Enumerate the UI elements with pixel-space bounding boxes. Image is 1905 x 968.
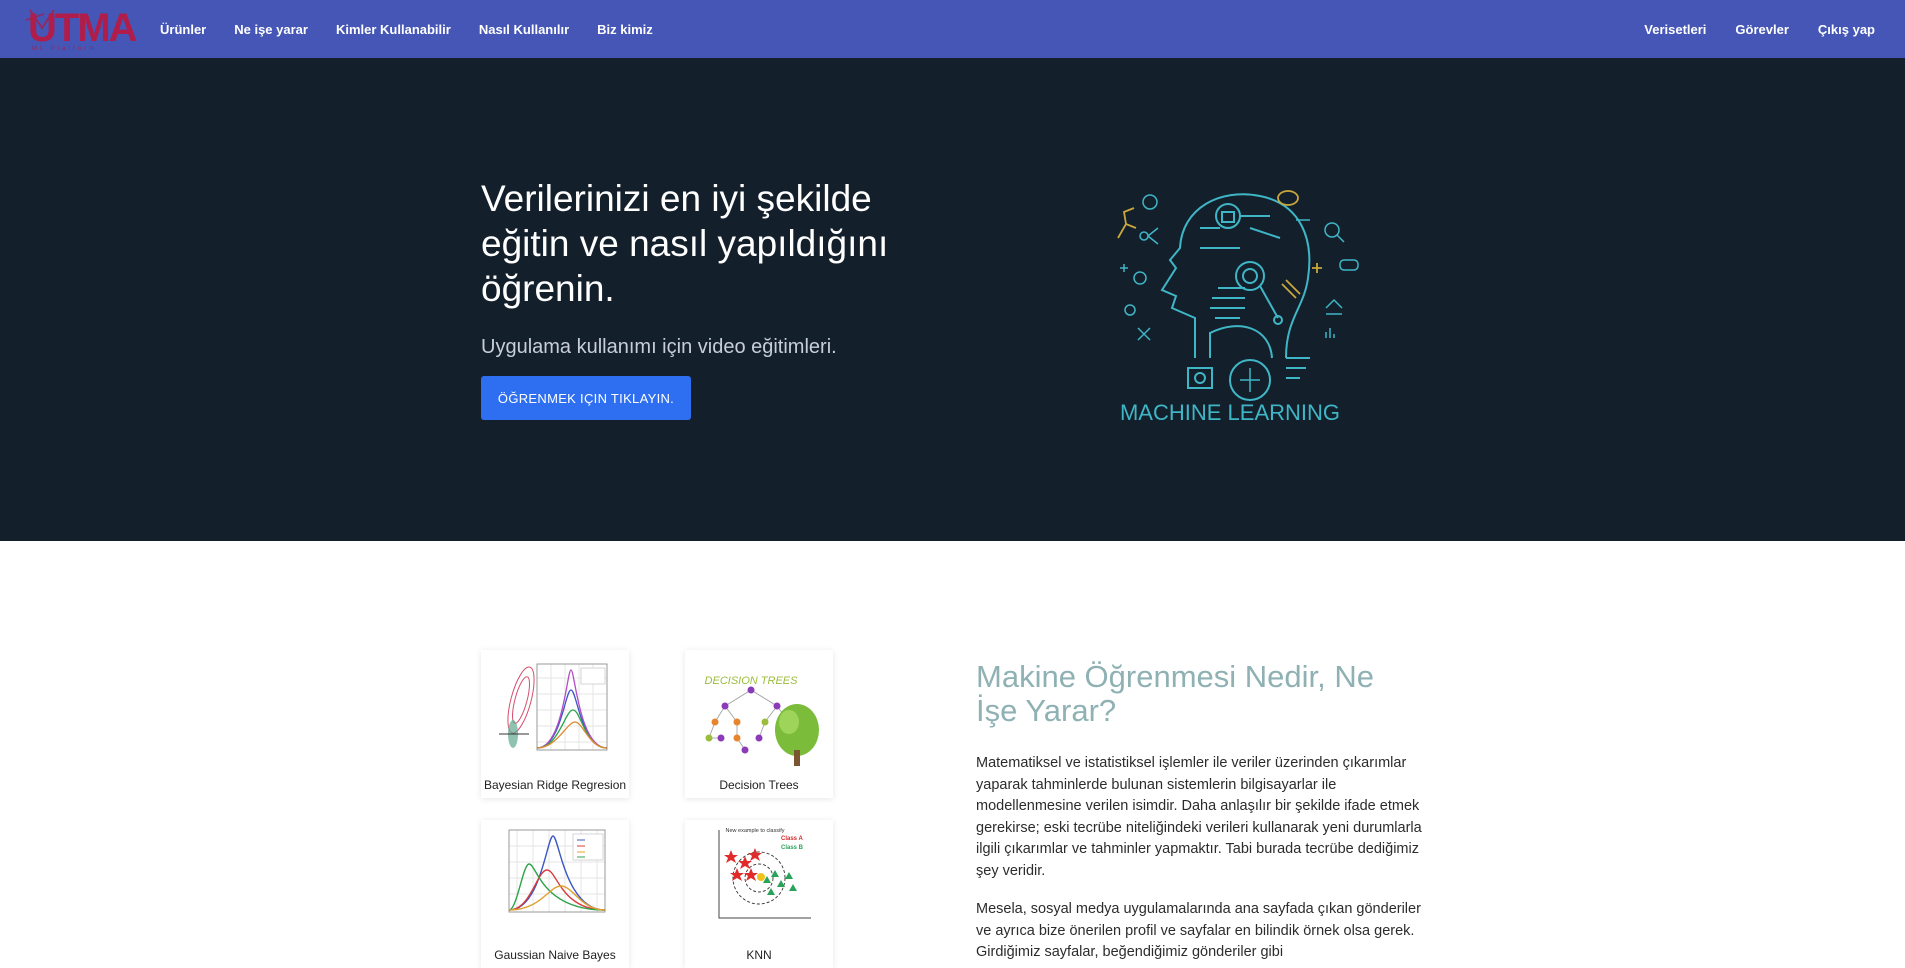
gaussian-curves-chart-icon (481, 820, 629, 944)
about-section-title: Makine Öğrenmesi Nedir, Ne İşe Yarar? (976, 659, 1374, 728)
about-paragraph-1: Matematiksel ve istatistiksel işlemler i… (976, 755, 1422, 879)
algorithm-card-label: Decision Trees (719, 778, 799, 792)
machine-learning-caption: MACHINE LEARNING (1120, 400, 1340, 425)
knn-class-b-label: Class B (781, 845, 804, 851)
decision-trees-image-text: DECISION TREES (705, 675, 799, 687)
algorithm-card-label: Bayesian Ridge Regresion (483, 778, 627, 792)
algorithm-card-knn[interactable]: New example to classify Class A Class B … (685, 820, 833, 968)
algorithm-card-label: KNN (746, 948, 772, 962)
nav-link-kimler-kullanabilir[interactable]: Kimler Kullanabilir (336, 22, 451, 37)
hero-section: Verilerinizi en iyi şekilde eğitin ve na… (0, 58, 1905, 541)
top-navbar: UTMA ML Platform Ürünler Ne işe yarar Ki… (0, 0, 1905, 58)
nav-link-biz-kimiz[interactable]: Biz kimiz (597, 22, 653, 37)
knn-new-example-label: New example to classify (726, 828, 785, 834)
machine-learning-illustration: MACHINE LEARNING (1117, 190, 1359, 425)
brand-logo[interactable]: UTMA ML Platform (24, 4, 138, 54)
logo-subtitle: ML Platform (32, 46, 98, 52)
algorithm-card-decision-trees[interactable]: DECISION TREES Decision Trees (685, 650, 833, 798)
knn-class-a-label: Class A (781, 836, 803, 842)
logo-text: UTMA (28, 6, 138, 50)
algorithm-card-gaussian[interactable]: Gaussian Naive Bayes (481, 820, 629, 968)
bayesian-ridge-chart-icon (481, 650, 629, 774)
knn-scatter-chart-icon: New example to classify Class A Class B (685, 820, 833, 944)
algorithm-card-label: Gaussian Naive Bayes (494, 948, 616, 962)
nav-link-cikis-yap[interactable]: Çıkış yap (1818, 22, 1875, 37)
nav-secondary: Verisetleri Görevler Çıkış yap (1615, 0, 1875, 58)
hero-subtitle: Uygulama kullanımı için video eğitimleri… (481, 336, 837, 358)
nav-link-nasil-kullanilir[interactable]: Nasıl Kullanılır (479, 22, 569, 37)
nav-link-verisetleri[interactable]: Verisetleri (1644, 22, 1706, 37)
learn-more-button[interactable]: ÖĞRENMEK IÇIN TIKLAYIN. (481, 376, 691, 420)
algorithm-card-bayesian[interactable]: Bayesian Ridge Regresion (481, 650, 629, 798)
about-paragraph-2: Mesela, sosyal medya uygulamalarında ana… (976, 901, 1421, 960)
nav-link-ne-ise-yarar[interactable]: Ne işe yarar (234, 22, 308, 37)
nav-primary: Ürünler Ne işe yarar Kimler Kullanabilir… (160, 0, 681, 58)
nav-link-urunler[interactable]: Ürünler (160, 22, 206, 37)
decision-tree-illustration-icon: DECISION TREES (685, 650, 833, 774)
hero-title: Verilerinizi en iyi şekilde eğitin ve na… (481, 178, 889, 309)
nav-link-gorevler[interactable]: Görevler (1735, 22, 1788, 37)
